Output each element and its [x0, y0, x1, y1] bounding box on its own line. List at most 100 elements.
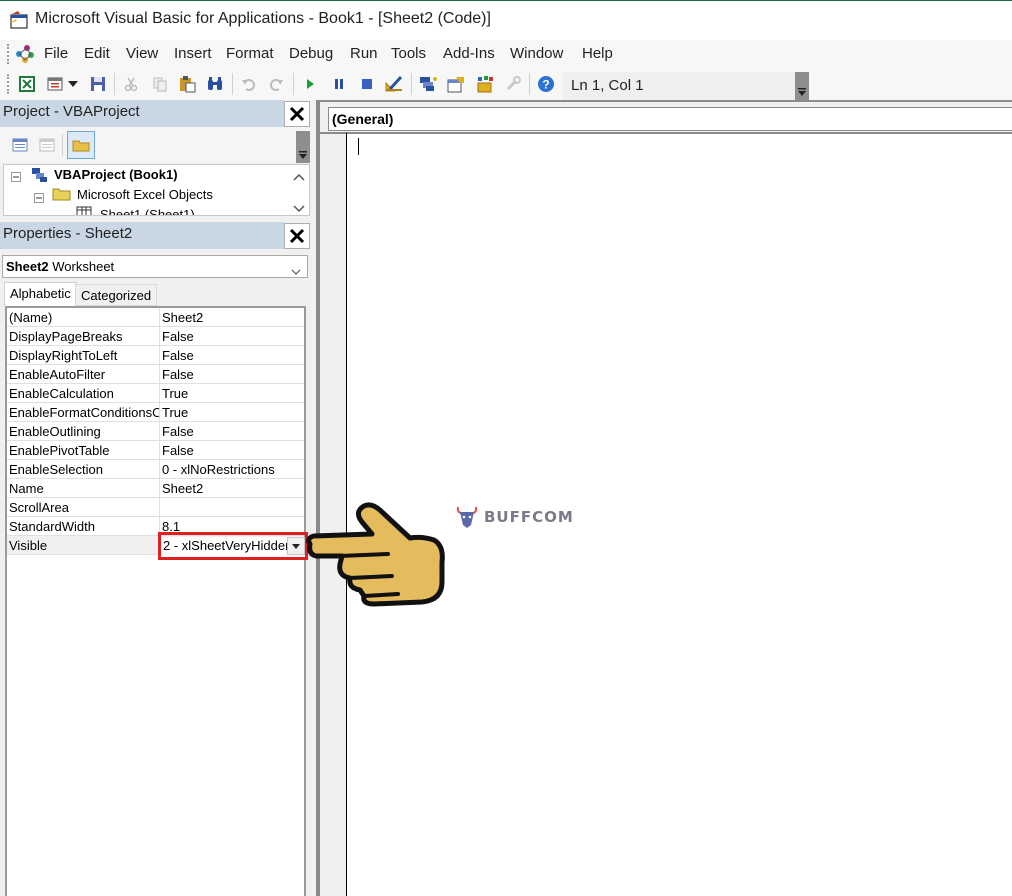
vbaproject-icon — [30, 166, 50, 187]
text-caret — [358, 138, 359, 155]
object-combo[interactable]: (General) — [328, 107, 1012, 131]
bull-logo-icon — [456, 506, 478, 528]
scroll-down-icon[interactable] — [293, 201, 305, 215]
run-icon[interactable] — [300, 74, 320, 94]
object-type: Worksheet — [52, 259, 115, 274]
view-object-icon[interactable] — [37, 135, 57, 155]
tree-node-sheet1[interactable]: Sheet1 (Sheet1) — [100, 207, 195, 215]
toggle-folders-icon[interactable] — [67, 131, 95, 159]
save-icon[interactable] — [88, 74, 108, 94]
project-toolbar-scroll[interactable] — [296, 131, 310, 163]
toolbar-separator — [62, 134, 63, 156]
toolbar-separator — [232, 73, 233, 95]
standard-toolbar: ? Ln 1, Col 1 — [0, 68, 1012, 100]
object-name: Sheet2 — [6, 259, 49, 274]
property-row[interactable]: EnableSelection 0 - xlNoRestrictions — [7, 460, 304, 479]
menu-tools[interactable]: Tools — [391, 45, 426, 62]
visible-property-dropdown[interactable]: 2 - xlSheetVeryHidden — [161, 537, 305, 557]
menu-help[interactable]: Help — [582, 45, 613, 62]
toolbar-grip[interactable] — [7, 74, 9, 94]
tab-categorized[interactable]: Categorized — [75, 284, 158, 306]
property-row[interactable]: EnableCalculation True — [7, 384, 304, 403]
insert-module-icon[interactable] — [45, 74, 65, 94]
toolbar-separator — [293, 73, 294, 95]
object-combo-value: (General) — [332, 111, 394, 127]
menu-window[interactable]: Window — [510, 45, 563, 62]
tree-scrollbar[interactable] — [287, 165, 309, 215]
watermark: BUFFCOM — [454, 505, 574, 529]
project-explorer-icon[interactable] — [418, 74, 438, 94]
tree-expander-vbaproject[interactable] — [11, 170, 21, 185]
code-window: (General) — [320, 100, 1012, 896]
property-row[interactable]: (Name) Sheet2 — [7, 308, 304, 327]
object-browser-icon[interactable] — [475, 74, 495, 94]
project-tree: VBAProject (Book1) Microsoft Excel Objec… — [3, 164, 310, 216]
tree-node-excel-objects[interactable]: Microsoft Excel Objects — [77, 187, 213, 202]
worksheet-icon — [76, 206, 94, 215]
cursor-position: Ln 1, Col 1 — [571, 77, 644, 94]
menu-view[interactable]: View — [126, 45, 158, 62]
code-window-header: (General) — [320, 100, 1012, 132]
scroll-up-icon[interactable] — [293, 169, 305, 184]
visible-property-highlight: 2 - xlSheetVeryHidden — [158, 532, 308, 560]
property-row[interactable]: EnableAutoFilter False — [7, 365, 304, 384]
reset-icon[interactable] — [357, 74, 377, 94]
menu-format[interactable]: Format — [226, 45, 274, 62]
svg-text:?: ? — [542, 78, 549, 92]
menu-edit[interactable]: Edit — [84, 45, 110, 62]
cut-icon[interactable] — [121, 74, 141, 94]
view-code-icon[interactable] — [10, 135, 30, 155]
window-title: Microsoft Visual Basic for Applications … — [35, 10, 491, 27]
menu-bar: File Edit View Insert Format Debug Run T… — [0, 40, 1012, 68]
dropdown-arrow-icon[interactable] — [66, 74, 80, 94]
help-icon[interactable]: ? — [536, 74, 556, 94]
break-icon[interactable] — [329, 74, 349, 94]
property-row[interactable]: EnableFormatConditionsCalculationTrue — [7, 403, 304, 422]
property-row[interactable]: EnableOutlining False — [7, 422, 304, 441]
vba-menu-icon[interactable] — [13, 43, 37, 65]
toolbar-separator — [529, 73, 530, 95]
pointing-hand-icon — [306, 502, 445, 607]
chevron-down-icon[interactable] — [291, 263, 301, 278]
toolbar-separator — [411, 73, 412, 95]
properties-grid: (Name) Sheet2 DisplayPageBreaks False Disp… — [5, 306, 306, 896]
undo-icon[interactable] — [239, 74, 259, 94]
paste-icon[interactable] — [177, 74, 197, 94]
toolbox-icon[interactable] — [503, 74, 523, 94]
tree-node-vbaproject[interactable]: VBAProject (Book1) — [54, 167, 178, 182]
menu-debug[interactable]: Debug — [289, 45, 333, 62]
property-row[interactable]: EnablePivotTable False — [7, 441, 304, 460]
folder-icon — [52, 186, 72, 205]
design-mode-icon[interactable] — [384, 74, 404, 94]
find-icon[interactable] — [205, 74, 225, 94]
close-icon — [289, 106, 305, 122]
toolbar-separator — [114, 73, 115, 95]
menu-file[interactable]: File — [44, 45, 68, 62]
menu-insert[interactable]: Insert — [174, 45, 212, 62]
property-row[interactable]: Name Sheet2 — [7, 479, 304, 498]
object-selector[interactable]: Sheet2 Worksheet — [2, 255, 308, 278]
properties-window-icon[interactable] — [446, 74, 466, 94]
redo-icon[interactable] — [266, 74, 286, 94]
visible-property-value: 2 - xlSheetVeryHidden — [163, 538, 293, 553]
tree-expander-excel-objects[interactable] — [34, 191, 44, 206]
menu-add-ins[interactable]: Add-Ins — [443, 45, 495, 62]
property-row[interactable]: DisplayPageBreaks False — [7, 327, 304, 346]
cursor-position-box: Ln 1, Col 1 — [563, 72, 809, 100]
watermark-text: BUFFCOM — [484, 508, 574, 526]
project-panel-title: Project - VBAProject — [3, 103, 140, 120]
menu-run[interactable]: Run — [350, 45, 378, 62]
toolbar-options-handle[interactable] — [795, 72, 809, 100]
copy-icon[interactable] — [150, 74, 170, 94]
title-bar: Microsoft Visual Basic for Applications … — [0, 0, 1012, 40]
vba-app-icon — [9, 10, 29, 30]
tab-alphabetic[interactable]: Alphabetic — [4, 282, 77, 306]
property-row[interactable]: ScrollArea — [7, 498, 304, 517]
property-row[interactable]: DisplayRightToLeft False — [7, 346, 304, 365]
properties-close-button[interactable] — [284, 223, 310, 249]
excel-icon[interactable] — [17, 74, 37, 94]
close-icon — [289, 228, 305, 244]
project-close-button[interactable] — [284, 101, 310, 127]
properties-panel-title: Properties - Sheet2 — [3, 225, 133, 242]
menubar-grip[interactable] — [7, 44, 9, 64]
